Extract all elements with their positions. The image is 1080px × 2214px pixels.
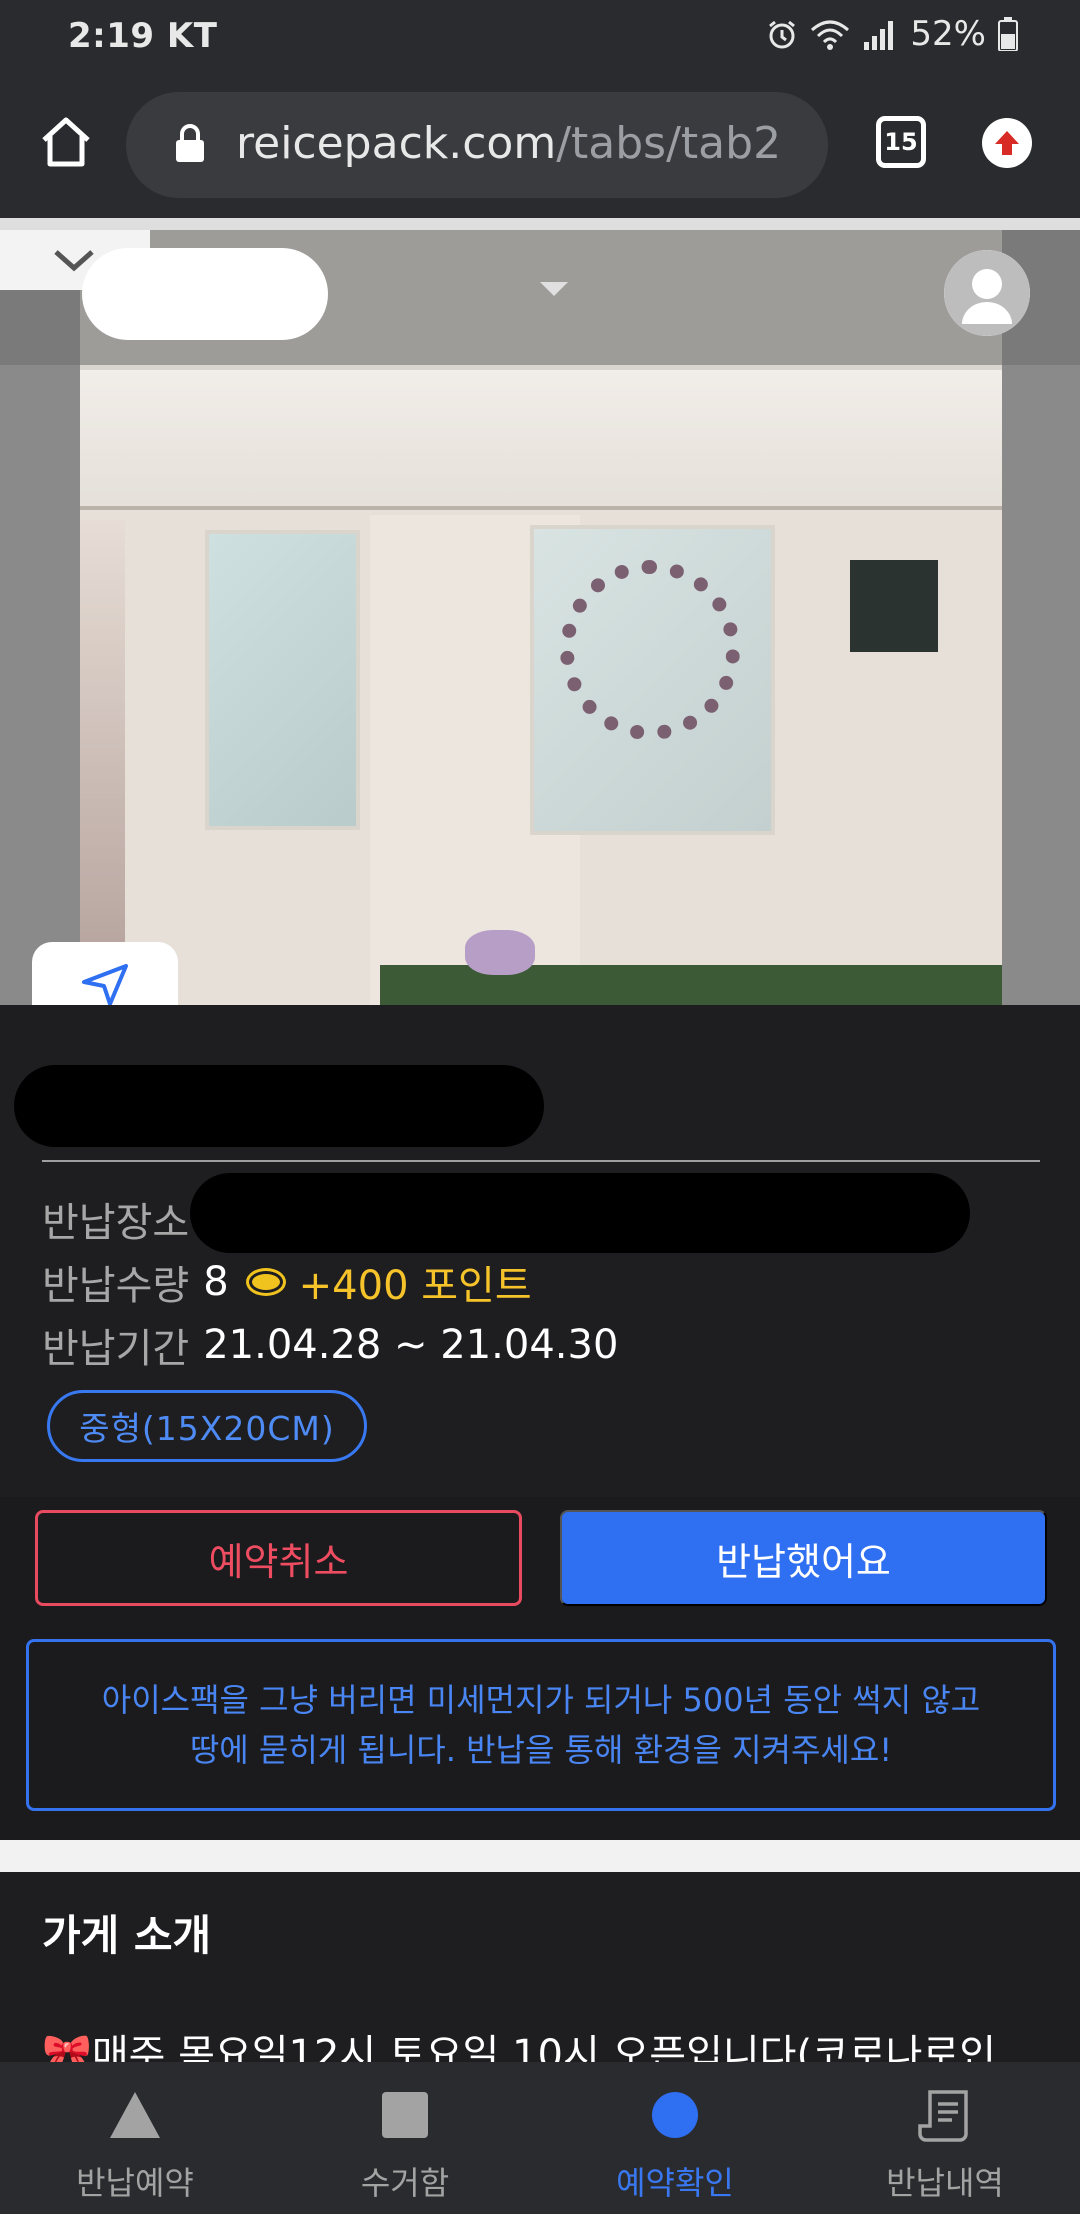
tab-return-reservation[interactable]: 반납예약	[0, 2062, 270, 2214]
return-qty-value: 8	[203, 1259, 229, 1305]
section-separator	[0, 1840, 1080, 1872]
coin-icon	[248, 1271, 283, 1293]
return-place-label: 반납장소	[42, 1200, 190, 1246]
avatar[interactable]	[944, 250, 1030, 336]
signal-icon	[864, 21, 894, 50]
browser-toolbar: reicepack.com/tabs/tab2 15	[0, 72, 1080, 218]
tab-collection-box[interactable]: 수거함	[270, 2062, 540, 2214]
receipt-icon	[918, 2090, 968, 2142]
status-time: 2:19 KT	[68, 16, 218, 56]
notice-line-2: 땅에 묻히게 됩니다. 반납을 통해 환경을 지켜주세요!	[189, 1731, 893, 1769]
navigate-button[interactable]	[32, 942, 178, 1005]
divider	[42, 1160, 1040, 1162]
tab-label: 반납내역	[886, 2164, 1004, 2202]
tab-count: 15	[884, 128, 918, 156]
store-sign	[850, 560, 938, 652]
return-place-redacted	[190, 1173, 970, 1253]
lock-icon	[176, 124, 204, 162]
store-intro-text: 🎀매주 목요일12시,토요일 10시 오픈입니다(코로나로인	[42, 2022, 996, 2062]
tabs-button[interactable]: 15	[876, 116, 926, 168]
ribbon-icon: 🎀	[42, 2032, 92, 2062]
return-qty-label: 반납수량	[42, 1263, 190, 1309]
points-value: +400 포인트	[298, 1263, 532, 1309]
arrow-up-icon	[995, 131, 1019, 155]
home-button[interactable]	[36, 112, 96, 172]
address-bar[interactable]: reicepack.com/tabs/tab2	[126, 92, 828, 198]
return-qty-row: 반납수량 8 +400 포인트	[42, 1253, 532, 1311]
reservation-info: 반납장소 반납수량 8 +400 포인트 반납기간 21.04.28 ~ 21.…	[0, 1005, 1080, 1497]
store-selector-redacted[interactable]	[82, 248, 328, 340]
tab-label: 예약확인	[616, 2164, 734, 2202]
user-icon	[944, 250, 1030, 336]
battery-percent: 52%	[910, 14, 986, 54]
returned-button[interactable]: 반납했어요	[560, 1510, 1047, 1606]
url-text: reicepack.com/tabs/tab2	[236, 118, 782, 169]
wreath-decoration	[560, 560, 740, 740]
dropdown-caret-icon[interactable]	[540, 282, 568, 296]
status-icons: 52%	[766, 14, 1018, 54]
store-photo-area	[0, 218, 1080, 1005]
size-tag: 중형(15X20CM)	[47, 1390, 367, 1462]
tab-label: 수거함	[360, 2164, 450, 2202]
environment-notice: 아이스팩을 그냥 버리면 미세먼지가 되거나 500년 동안 썩지 않고 땅에 …	[26, 1639, 1056, 1811]
bottom-navigation: 반납예약 수거함 예약확인 반납내역	[0, 2062, 1080, 2214]
triangle-icon	[110, 2092, 160, 2138]
photo-top-edge	[0, 218, 1080, 230]
store-intro-title: 가게 소개	[42, 1911, 212, 1960]
tab-label: 반납예약	[76, 2164, 194, 2202]
tab-reservation-check[interactable]: 예약확인	[540, 2062, 810, 2214]
store-intro-section: 가게 소개 🎀매주 목요일12시,토요일 10시 오픈입니다(코로나로인	[0, 1872, 1080, 2062]
circle-icon	[652, 2092, 698, 2138]
status-bar: 2:19 KT 52%	[0, 0, 1080, 72]
return-period-row: 반납기간 21.04.28 ~ 21.04.30	[42, 1316, 618, 1374]
battery-icon	[998, 17, 1018, 51]
action-section: 예약취소 반납했어요 아이스팩을 그냥 버리면 미세먼지가 되거나 500년 동…	[0, 1497, 1080, 1840]
return-period-value: 21.04.28 ~ 21.04.30	[203, 1322, 619, 1368]
navigation-arrow-icon	[82, 964, 128, 1005]
notice-line-1: 아이스팩을 그냥 버리면 미세먼지가 되거나 500년 동안 썩지 않고	[101, 1681, 981, 1719]
cancel-reservation-button[interactable]: 예약취소	[35, 1510, 522, 1606]
alarm-icon	[769, 20, 796, 49]
store-awning	[80, 370, 1002, 510]
tab-return-history[interactable]: 반납내역	[810, 2062, 1080, 2214]
return-place-row: 반납장소	[42, 1190, 203, 1248]
store-title-redacted	[14, 1065, 544, 1147]
wifi-icon	[811, 20, 850, 50]
return-period-label: 반납기간	[42, 1326, 190, 1372]
home-icon	[42, 117, 90, 167]
update-button[interactable]	[982, 118, 1032, 168]
square-icon	[382, 2092, 428, 2138]
